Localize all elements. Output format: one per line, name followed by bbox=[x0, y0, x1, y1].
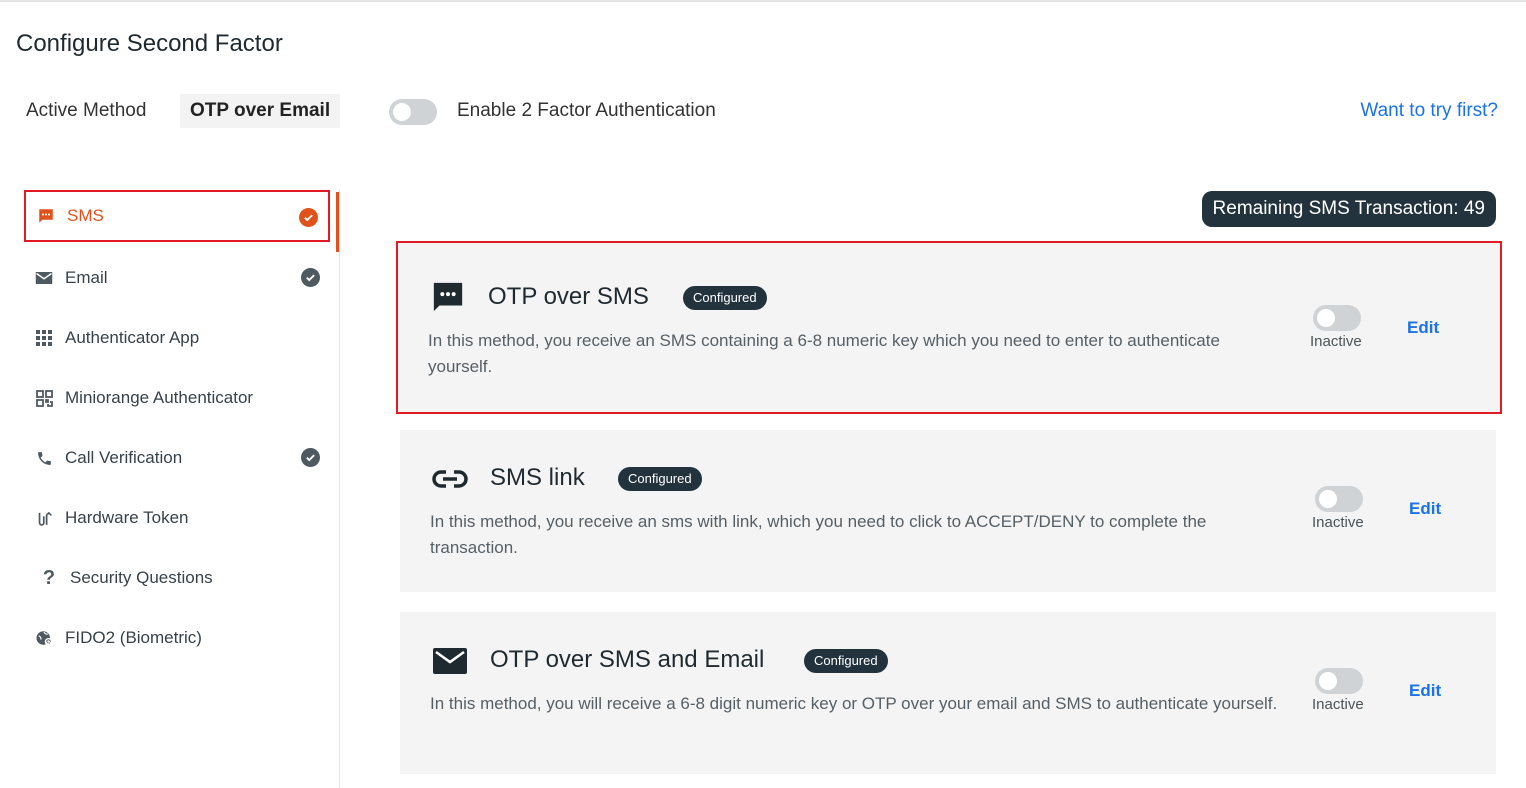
method-card-otp-over-sms: OTP over SMS Configured In this method, … bbox=[396, 241, 1502, 414]
configured-badge: Configured bbox=[618, 467, 702, 491]
chat-icon bbox=[36, 206, 56, 226]
envelope-icon bbox=[432, 643, 468, 679]
sidebar-item-authenticator-app[interactable]: Authenticator App bbox=[24, 312, 330, 364]
enable-2fa-label: Enable 2 Factor Authentication bbox=[457, 100, 716, 121]
usb-key-icon bbox=[34, 508, 54, 528]
check-circle-icon bbox=[299, 208, 318, 227]
sidebar-item-hardware-token[interactable]: Hardware Token bbox=[24, 492, 330, 544]
configured-badge: Configured bbox=[804, 649, 888, 673]
method-title: OTP over SMS and Email bbox=[490, 646, 765, 673]
sidebar-item-label: Miniorange Authenticator bbox=[65, 388, 254, 407]
configured-badge: Configured bbox=[683, 286, 767, 310]
method-description: In this method, you receive an SMS conta… bbox=[428, 331, 1220, 376]
sidebar-item-sms[interactable]: SMS bbox=[24, 190, 330, 242]
method-status-toggle[interactable] bbox=[1315, 668, 1363, 694]
want-to-try-first-link[interactable]: Want to try first? bbox=[1360, 100, 1498, 122]
edit-button[interactable]: Edit bbox=[1407, 318, 1439, 338]
method-status-toggle[interactable] bbox=[1313, 305, 1361, 331]
method-description: In this method, you will receive a 6-8 d… bbox=[430, 694, 1278, 713]
chat-dots-icon bbox=[430, 279, 466, 315]
edit-button[interactable]: Edit bbox=[1409, 681, 1441, 701]
fingerprint-globe-icon bbox=[34, 628, 54, 648]
grid-icon bbox=[34, 328, 54, 348]
toggle-knob bbox=[1319, 490, 1337, 508]
sidebar-item-label: Security Questions bbox=[70, 568, 213, 587]
enable-2fa-toggle[interactable] bbox=[389, 99, 437, 125]
sidebar-item-label: FIDO2 (Biometric) bbox=[65, 628, 202, 647]
sidebar-item-security-questions[interactable]: ? Security Questions bbox=[24, 552, 330, 604]
sidebar-item-label: SMS bbox=[67, 206, 104, 225]
method-card-sms-link: SMS link Configured In this method, you … bbox=[400, 430, 1496, 592]
sidebar-item-miniorange-authenticator[interactable]: Miniorange Authenticator bbox=[24, 372, 330, 424]
sidebar-item-call-verification[interactable]: Call Verification bbox=[24, 432, 330, 484]
method-description: In this method, you receive an sms with … bbox=[430, 512, 1207, 557]
sidebar-item-label: Authenticator App bbox=[65, 328, 200, 347]
toggle-knob bbox=[393, 103, 411, 121]
sidebar-item-label: Email bbox=[65, 268, 108, 287]
sidebar-item-email[interactable]: Email bbox=[24, 252, 330, 304]
top-divider bbox=[0, 0, 1526, 2]
link-icon bbox=[432, 461, 468, 497]
method-title: OTP over SMS bbox=[488, 283, 649, 310]
qr-icon bbox=[34, 388, 54, 408]
method-status-toggle[interactable] bbox=[1315, 486, 1363, 512]
check-circle-icon bbox=[301, 448, 320, 467]
sidebar-item-fido2[interactable]: FIDO2 (Biometric) bbox=[24, 612, 330, 664]
method-card-otp-over-sms-and-email: OTP over SMS and Email Configured In thi… bbox=[400, 612, 1496, 774]
method-status-label: Inactive bbox=[1312, 696, 1364, 713]
question-icon: ? bbox=[42, 566, 56, 589]
method-status-label: Inactive bbox=[1310, 333, 1362, 350]
sidebar-item-label: Call Verification bbox=[65, 448, 183, 467]
active-method-value: OTP over Email bbox=[180, 94, 341, 128]
toggle-knob bbox=[1319, 672, 1337, 690]
active-method-label: Active Method bbox=[26, 100, 147, 121]
check-circle-icon bbox=[301, 268, 320, 287]
toggle-knob bbox=[1317, 309, 1335, 327]
phone-icon bbox=[34, 448, 54, 468]
edit-button[interactable]: Edit bbox=[1409, 499, 1441, 519]
remaining-sms-badge: Remaining SMS Transaction: 49 bbox=[1201, 191, 1496, 227]
method-status-label: Inactive bbox=[1312, 514, 1364, 531]
method-sidebar: SMS Email Authenticator App Miniorange A… bbox=[24, 190, 340, 788]
page-title: Configure Second Factor bbox=[16, 30, 283, 57]
sidebar-item-label: Hardware Token bbox=[65, 508, 189, 527]
mail-icon bbox=[34, 268, 54, 288]
method-title: SMS link bbox=[490, 464, 585, 491]
